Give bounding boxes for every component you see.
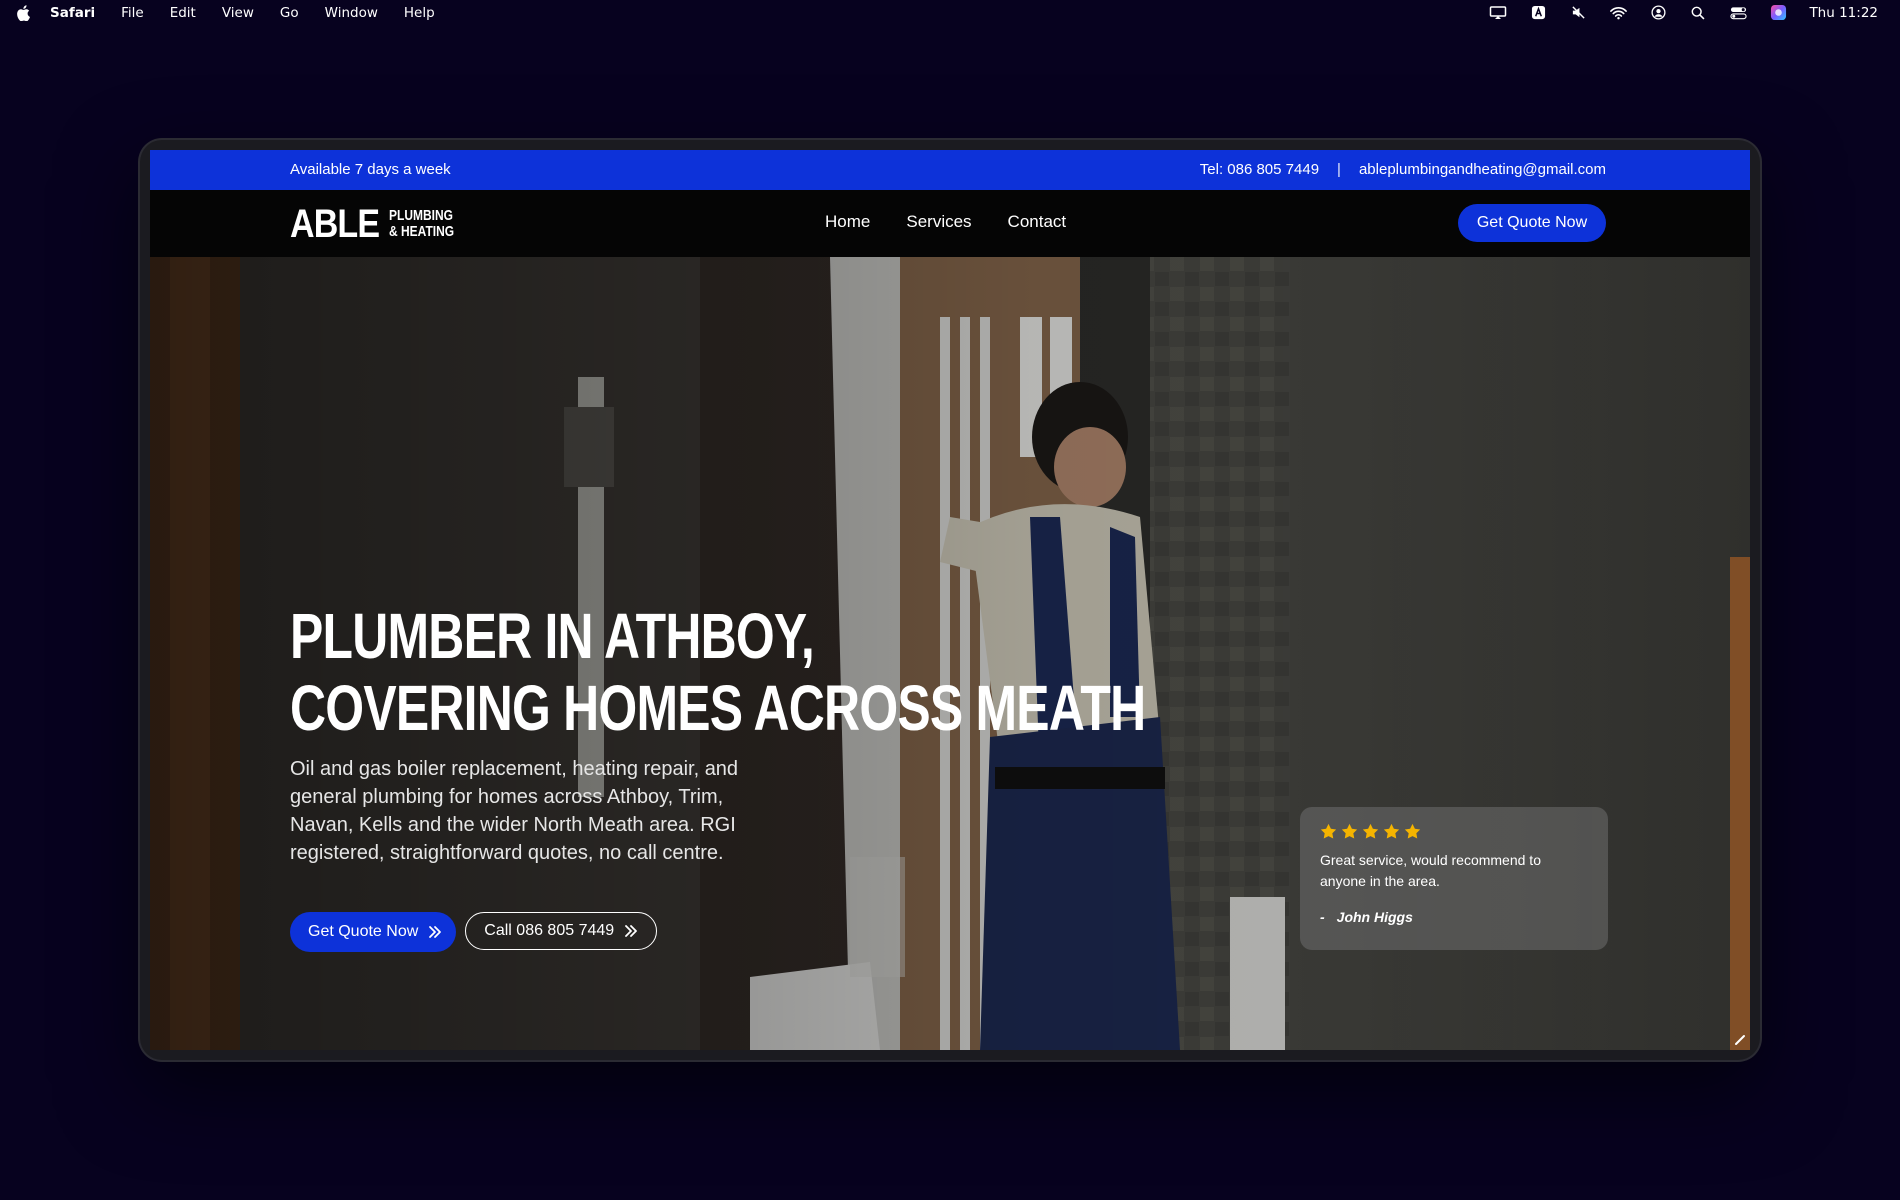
star-icon xyxy=(1320,823,1337,839)
availability-text: Available 7 days a week xyxy=(290,161,451,178)
phone-link[interactable]: Tel: 086 805 7449 xyxy=(1200,161,1319,178)
mute-icon[interactable] xyxy=(1569,5,1587,21)
star-rating xyxy=(1320,823,1588,840)
star-icon xyxy=(1404,823,1421,839)
control-center-icon[interactable] xyxy=(1729,5,1747,21)
nav-link-contact[interactable]: Contact xyxy=(1008,212,1067,232)
hero-section: PLUMBER IN ATHBOY, COVERING HOMES ACROSS… xyxy=(150,257,1750,1050)
wifi-icon[interactable] xyxy=(1609,5,1627,21)
menu-bar-clock[interactable]: Thu 11:22 xyxy=(1809,5,1878,21)
call-button-hero[interactable]: Call 086 805 7449 xyxy=(465,912,658,950)
nav-link-services[interactable]: Services xyxy=(906,212,971,232)
keyboard-input-icon[interactable] xyxy=(1529,5,1547,21)
logo-line-heating: & HEATING xyxy=(388,223,455,240)
menu-bar-right: Thu 11:22 xyxy=(1489,5,1900,21)
browser-window: Available 7 days a week Tel: 086 805 744… xyxy=(140,140,1760,1060)
get-quote-button-header[interactable]: Get Quote Now xyxy=(1458,204,1606,242)
review-card: Great service, would recommend to anyone… xyxy=(1300,807,1608,950)
hero-buttons: Get Quote Now Call 086 805 7449 xyxy=(290,912,658,952)
get-quote-button-hero[interactable]: Get Quote Now xyxy=(290,912,457,952)
menu-app-name[interactable]: Safari xyxy=(50,5,95,21)
logo-sub-text: PLUMBING & HEATING xyxy=(389,208,454,240)
review-author: - John Higgs xyxy=(1320,909,1588,925)
star-icon xyxy=(1341,823,1358,839)
web-page-viewport: Available 7 days a week Tel: 086 805 744… xyxy=(150,150,1750,1050)
nav-link-home[interactable]: Home xyxy=(825,212,870,232)
double-chevron-right-icon xyxy=(428,925,442,939)
logo-main-text: ABLE xyxy=(290,202,380,246)
contact-separator: | xyxy=(1337,161,1341,178)
double-chevron-right-icon xyxy=(624,924,638,938)
site-logo[interactable]: ABLE PLUMBING & HEATING xyxy=(290,202,470,246)
user-icon[interactable] xyxy=(1649,5,1667,21)
menu-view[interactable]: View xyxy=(222,5,254,21)
menu-bar-left: Safari File Edit View Go Window Help xyxy=(0,5,461,21)
menu-help[interactable]: Help xyxy=(404,5,435,21)
get-quote-button-label: Get Quote Now xyxy=(308,923,419,940)
review-author-name: John Higgs xyxy=(1336,909,1413,925)
menu-file[interactable]: File xyxy=(121,5,144,21)
main-navigation: ABLE PLUMBING & HEATING Home Services Co… xyxy=(150,190,1750,257)
logo-line-plumbing: PLUMBING xyxy=(388,207,453,224)
siri-icon[interactable] xyxy=(1769,4,1787,21)
menu-edit[interactable]: Edit xyxy=(170,5,196,21)
search-icon[interactable] xyxy=(1689,5,1707,21)
menu-go[interactable]: Go xyxy=(280,5,299,21)
review-text: Great service, would recommend to anyone… xyxy=(1320,852,1541,889)
macos-menu-bar: Safari File Edit View Go Window Help Thu… xyxy=(0,0,1900,25)
nav-links: Home Services Contact xyxy=(825,212,1066,232)
hero-title-line-1: PLUMBER IN ATHBOY, xyxy=(290,600,815,672)
top-info-bar: Available 7 days a week Tel: 086 805 744… xyxy=(150,150,1750,190)
star-icon xyxy=(1362,823,1379,839)
star-icon xyxy=(1383,823,1400,839)
review-author-dash: - xyxy=(1320,909,1325,925)
apple-logo-icon[interactable] xyxy=(16,4,30,21)
hero-description: Oil and gas boiler replacement, heating … xyxy=(290,758,739,864)
hero-title-line-2: COVERING HOMES ACROSS MEATH xyxy=(290,672,1146,744)
contact-info: Tel: 086 805 7449 | ableplumbingandheati… xyxy=(1200,161,1606,178)
email-link[interactable]: ableplumbingandheating@gmail.com xyxy=(1359,161,1606,178)
airplay-icon[interactable] xyxy=(1489,5,1507,21)
resize-handle-icon[interactable] xyxy=(1734,1034,1746,1046)
hero-title: PLUMBER IN ATHBOY, COVERING HOMES ACROSS… xyxy=(290,600,1146,744)
menu-window[interactable]: Window xyxy=(325,5,378,21)
call-button-label: Call 086 805 7449 xyxy=(484,922,615,939)
